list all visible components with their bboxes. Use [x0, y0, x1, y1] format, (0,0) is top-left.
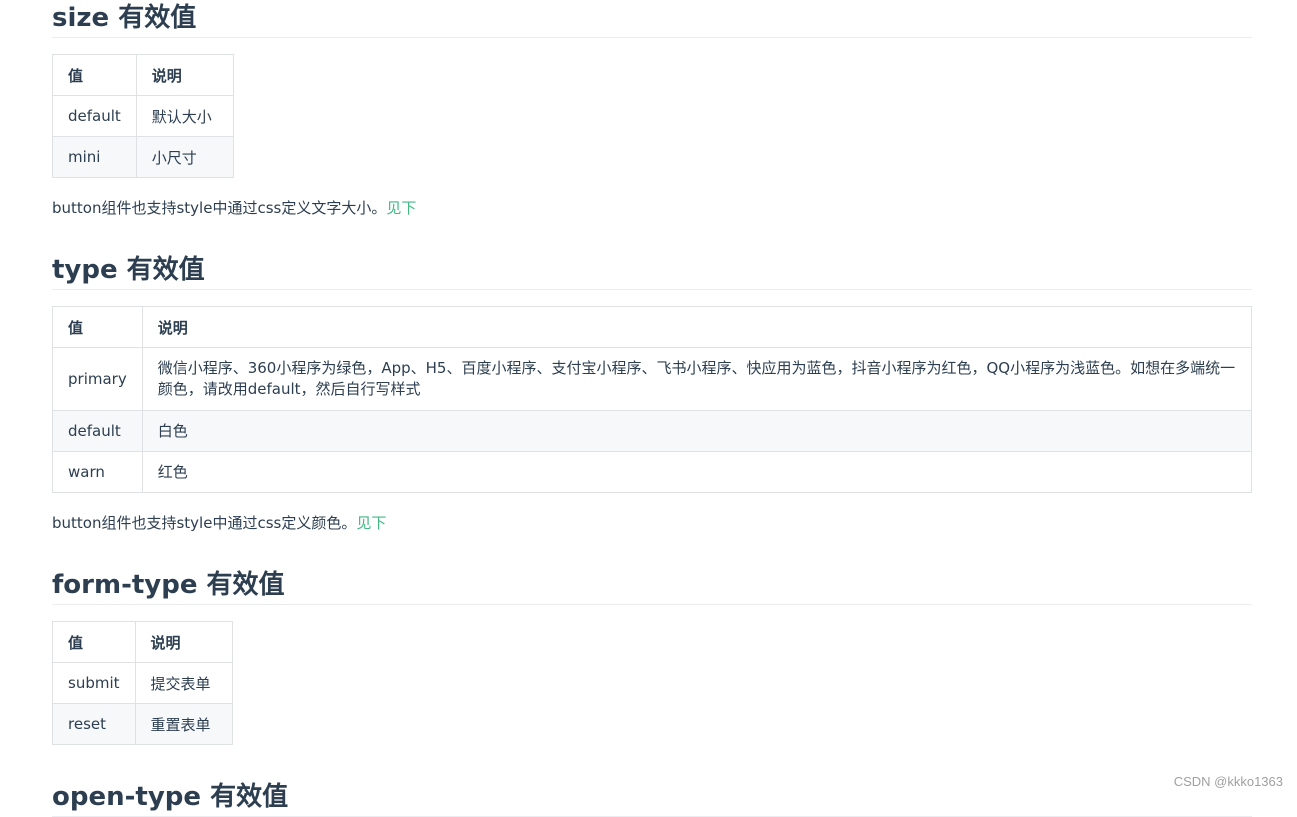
table-cell-value: default — [52, 410, 143, 452]
note-text: button组件也支持style中通过css定义颜色。 — [52, 514, 357, 532]
table-cell-value: warn — [52, 451, 143, 493]
column-header-value: 值 — [52, 621, 136, 663]
note-text: button组件也支持style中通过css定义文字大小。 — [52, 199, 387, 217]
table-cell-value: default — [52, 95, 137, 137]
section-title-form-type: form-type 有效值 — [52, 561, 1252, 605]
table-header-row: 值 说明 — [52, 306, 1253, 348]
column-header-description: 说明 — [141, 306, 1253, 348]
type-values-table: 值 说明 primary 微信小程序、360小程序为绿色，App、H5、百度小程… — [52, 306, 1253, 493]
table-row: reset 重置表单 — [52, 703, 233, 745]
column-header-description: 说明 — [135, 54, 234, 96]
see-below-link[interactable]: 见下 — [356, 514, 386, 532]
table-cell-value: primary — [52, 347, 143, 411]
table-cell-description: 红色 — [141, 451, 1253, 493]
table-cell-description: 默认大小 — [135, 95, 234, 137]
table-row: default 默认大小 — [52, 95, 234, 137]
size-note: button组件也支持style中通过css定义文字大小。见下 — [52, 196, 1252, 220]
see-below-link[interactable]: 见下 — [386, 199, 416, 217]
size-values-table: 值 说明 default 默认大小 mini 小尺寸 — [52, 54, 234, 178]
table-cell-value: mini — [52, 136, 137, 178]
table-cell-description: 白色 — [141, 410, 1253, 452]
table-cell-description: 重置表单 — [134, 703, 233, 745]
column-header-value: 值 — [52, 54, 137, 96]
type-note: button组件也支持style中通过css定义颜色。见下 — [52, 511, 1252, 535]
table-header-row: 值 说明 — [52, 621, 233, 663]
column-header-value: 值 — [52, 306, 143, 348]
section-title-size: size 有效值 — [52, 0, 1252, 38]
table-cell-description: 小尺寸 — [135, 136, 234, 178]
section-title-open-type: open-type 有效值 — [52, 773, 1252, 817]
column-header-description: 说明 — [134, 621, 233, 663]
table-cell-value: submit — [52, 662, 136, 704]
table-cell-description: 微信小程序、360小程序为绿色，App、H5、百度小程序、支付宝小程序、飞书小程… — [141, 347, 1253, 411]
csdn-watermark: CSDN @kkko1363 — [1173, 774, 1283, 789]
table-cell-description: 提交表单 — [134, 662, 233, 704]
table-row: mini 小尺寸 — [52, 136, 234, 178]
doc-content: size 有效值 值 说明 default 默认大小 mini 小尺寸 butt… — [52, 0, 1253, 817]
table-row: submit 提交表单 — [52, 662, 233, 704]
section-title-type: type 有效值 — [52, 246, 1252, 290]
table-row: primary 微信小程序、360小程序为绿色，App、H5、百度小程序、支付宝… — [52, 347, 1253, 411]
table-header-row: 值 说明 — [52, 54, 234, 96]
table-row: warn 红色 — [52, 451, 1253, 493]
table-row: default 白色 — [52, 410, 1253, 452]
form-type-values-table: 值 说明 submit 提交表单 reset 重置表单 — [52, 621, 233, 745]
table-cell-value: reset — [52, 703, 136, 745]
